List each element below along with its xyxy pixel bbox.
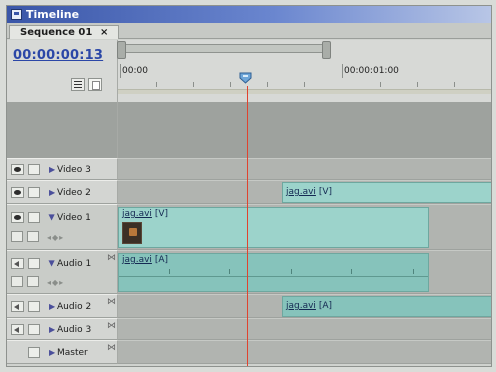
display-style-icon[interactable] — [11, 276, 23, 287]
track-name: Audio 1 — [57, 259, 92, 269]
timeline-header-controls: 00:00:00:13 — [7, 40, 118, 102]
track-audio-3[interactable] — [118, 318, 491, 340]
sync-icon: ⋈ — [107, 321, 116, 331]
display-style-icon[interactable] — [11, 231, 23, 242]
ruler-tick — [342, 64, 343, 78]
tab-sequence-01[interactable]: Sequence 01 × — [9, 25, 119, 39]
clip-jag-audio-2[interactable]: jag.avi [A] — [282, 296, 491, 317]
track-name: Audio 3 — [57, 325, 92, 335]
track-master[interactable] — [118, 340, 491, 364]
collapse-triangle-icon[interactable]: ▶ — [48, 214, 57, 220]
collapse-triangle-icon[interactable]: ▶ — [48, 260, 57, 266]
playhead-line — [247, 86, 248, 366]
track-audio-1[interactable]: jag.avi [A] — [118, 250, 491, 294]
ruler-tick — [304, 82, 305, 87]
ruler-tick — [120, 64, 121, 78]
sync-icon: ⋈ — [107, 253, 116, 263]
speaker-icon[interactable] — [11, 301, 24, 312]
track-name: Master — [57, 348, 88, 358]
eye-icon[interactable] — [11, 212, 24, 223]
lock-box-icon[interactable] — [28, 187, 40, 198]
snap-icon[interactable] — [71, 78, 85, 91]
lock-box-icon[interactable] — [28, 258, 40, 269]
lock-box-icon[interactable] — [28, 301, 40, 312]
clip-jag-video-1[interactable]: jag.avi [V] — [118, 207, 429, 248]
track-name: Video 3 — [57, 165, 91, 175]
ruler-tick — [454, 82, 455, 87]
ruler-tick — [230, 82, 231, 87]
ruler-tick — [193, 82, 194, 87]
track-header-audio-2[interactable]: ▶ Audio 2 ⋈ — [7, 294, 118, 318]
ruler-start-label: 00:00 — [122, 66, 148, 76]
keyframe-nav-icon[interactable]: ◂◆▸ — [47, 278, 64, 287]
keyframe-toggle-icon[interactable] — [27, 231, 39, 242]
track-video-1[interactable]: jag.avi [V] — [118, 204, 491, 250]
track-name: Audio 2 — [57, 302, 92, 312]
clip-label: jag.avi [V] — [122, 209, 168, 219]
waveform-mark — [291, 269, 292, 274]
playhead-icon[interactable] — [239, 72, 252, 86]
track-header-audio-1[interactable]: ▶ Audio 1 ⋈ ◂◆▸ — [7, 250, 118, 294]
expand-triangle-icon[interactable]: ▶ — [49, 325, 55, 334]
clip-label: jag.avi [A] — [286, 301, 332, 311]
audio-waveform — [119, 276, 428, 277]
window-icon — [11, 9, 22, 20]
ruler-end-label: 00:00:01:00 — [344, 66, 399, 76]
marker-icon[interactable] — [88, 78, 102, 91]
track-header-video-2[interactable]: ▶ Video 2 — [7, 180, 118, 204]
speaker-icon[interactable] — [11, 258, 24, 269]
clip-jag-audio-1[interactable]: jag.avi [A] — [118, 253, 429, 292]
expand-triangle-icon[interactable]: ▶ — [49, 188, 55, 197]
waveform-mark — [351, 269, 352, 274]
lock-box-icon[interactable] — [28, 164, 40, 175]
tab-close-icon[interactable]: × — [100, 26, 108, 39]
track-empty-area — [118, 102, 491, 158]
title-bar[interactable]: Timeline — [7, 6, 491, 23]
work-area-bar[interactable] — [118, 89, 491, 94]
ruler-tick — [417, 82, 418, 87]
tab-label: Sequence 01 — [20, 27, 93, 38]
clip-label: jag.avi [A] — [122, 255, 168, 265]
track-video-3[interactable] — [118, 158, 491, 180]
expand-triangle-icon[interactable]: ▶ — [49, 348, 55, 357]
sync-icon: ⋈ — [107, 343, 116, 353]
track-name: Video 2 — [57, 188, 91, 198]
ruler-tick — [380, 82, 381, 87]
waveform-mark — [413, 269, 414, 274]
expand-triangle-icon[interactable]: ▶ — [49, 165, 55, 174]
lock-box-icon[interactable] — [28, 347, 40, 358]
waveform-mark — [169, 269, 170, 274]
zoom-scroll-bar[interactable] — [117, 41, 331, 59]
eye-icon[interactable] — [11, 187, 24, 198]
clip-thumbnail — [122, 222, 142, 244]
current-timecode[interactable]: 00:00:00:13 — [13, 48, 103, 63]
track-header-master[interactable]: ▶ Master ⋈ — [7, 340, 118, 364]
clip-jag-video-2[interactable]: jag.avi [V] — [282, 182, 491, 203]
track-audio-2[interactable]: jag.avi [A] — [118, 294, 491, 318]
track-name: Video 1 — [57, 213, 91, 223]
eye-icon[interactable] — [11, 164, 24, 175]
lock-box-icon[interactable] — [28, 324, 40, 335]
window-title: Timeline — [26, 8, 80, 21]
track-header-video-3[interactable]: ▶ Video 3 — [7, 158, 118, 180]
speaker-icon[interactable] — [11, 324, 24, 335]
track-video-2[interactable]: jag.avi [V] — [118, 180, 491, 204]
lock-box-icon[interactable] — [28, 212, 40, 223]
track-header-video-1[interactable]: ▶ Video 1 ◂◆▸ — [7, 204, 118, 250]
timeline-window: Timeline Sequence 01 × 00:00:00:13 00:00… — [6, 5, 492, 367]
expand-triangle-icon[interactable]: ▶ — [49, 302, 55, 311]
keyframe-nav-icon[interactable]: ◂◆▸ — [47, 233, 64, 242]
ruler-tick — [156, 82, 157, 87]
tab-strip: Sequence 01 × — [7, 23, 491, 39]
time-ruler[interactable]: 00:00 00:00:01:00 — [117, 40, 491, 102]
track-header-audio-3[interactable]: ▶ Audio 3 ⋈ — [7, 318, 118, 340]
ruler-tick — [267, 82, 268, 87]
clip-label: jag.avi [V] — [286, 187, 332, 197]
waveform-mark — [229, 269, 230, 274]
keyframe-toggle-icon[interactable] — [27, 276, 39, 287]
sync-icon: ⋈ — [107, 297, 116, 307]
header-empty-area — [7, 102, 118, 158]
